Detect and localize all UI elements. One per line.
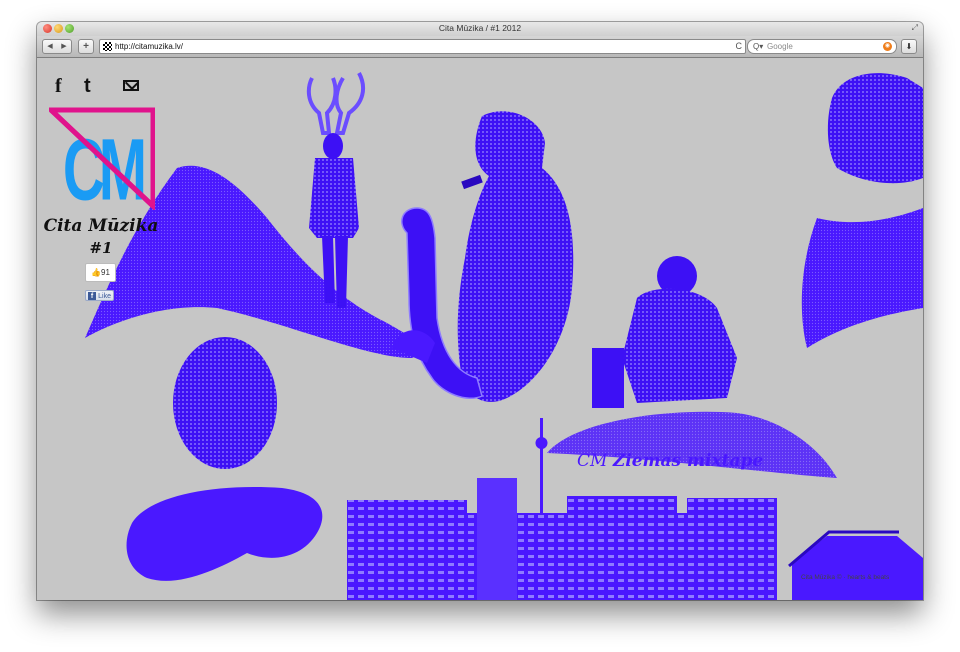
like-count-box: 👍91: [85, 263, 116, 282]
back-button[interactable]: ◀: [42, 39, 58, 54]
mixtape-title: Ziemas mixtape: [612, 451, 764, 471]
facebook-mini-icon: f: [88, 292, 96, 300]
facebook-like-button[interactable]: f Like: [85, 290, 114, 301]
page-content: f t CM Cita Mūzika #1 👍91 f Like CM Ziem…: [37, 58, 923, 600]
like-count: 91: [101, 268, 110, 277]
logo-triangle: [49, 107, 155, 210]
mail-icon[interactable]: [123, 80, 139, 91]
title-bar: Cita Mūzika / #1 2012 ⤢: [37, 22, 923, 36]
cm-logo[interactable]: CM: [49, 106, 155, 219]
browser-window: Cita Mūzika / #1 2012 ⤢ ◀ ▶ + http://cit…: [37, 22, 923, 600]
man-portrait-figure: [126, 337, 323, 581]
footer-credits: Cita Mūzika © · hearts & beats: [801, 574, 890, 581]
house-figure: [788, 530, 923, 600]
url-text[interactable]: http://citamuzika.lv/: [115, 40, 183, 53]
woman-portrait-figure: [801, 73, 923, 348]
search-icon[interactable]: Q▾: [753, 40, 763, 53]
forward-button[interactable]: ▶: [57, 39, 72, 54]
search-placeholder: Google: [767, 42, 793, 51]
search-field[interactable]: Q▾ Google ◉: [747, 39, 897, 54]
downloads-button[interactable]: ⬇: [901, 39, 917, 54]
antler-man-figure: [306, 72, 366, 308]
site-title: Cita Mūzika: [43, 216, 159, 236]
like-label: Like: [98, 293, 111, 300]
rss-icon[interactable]: ◉: [883, 42, 892, 51]
reload-icon[interactable]: C: [736, 40, 743, 53]
mixtape-link[interactable]: CM Ziemas mixtape: [577, 451, 763, 471]
saxophone-player-figure: [392, 111, 574, 402]
mixtape-prefix: CM: [577, 451, 608, 471]
collage-artwork: [85, 72, 923, 600]
window-title: Cita Mūzika / #1 2012: [438, 23, 522, 33]
ice-fisher-figure: [547, 256, 837, 478]
facebook-icon[interactable]: f: [55, 75, 62, 98]
add-bookmark-button[interactable]: +: [78, 39, 94, 54]
twitter-icon[interactable]: t: [84, 75, 91, 98]
site-favicon-icon: [103, 42, 112, 51]
issue-number: #1: [89, 239, 113, 257]
address-bar[interactable]: http://citamuzika.lv/ C: [99, 39, 746, 54]
fullscreen-icon[interactable]: ⤢: [912, 23, 918, 33]
city-skyline-figure: [347, 478, 777, 600]
thumbs-up-icon: 👍: [91, 268, 102, 277]
browser-toolbar: ◀ ▶ + http://citamuzika.lv/ C Q▾ Google …: [37, 36, 923, 58]
